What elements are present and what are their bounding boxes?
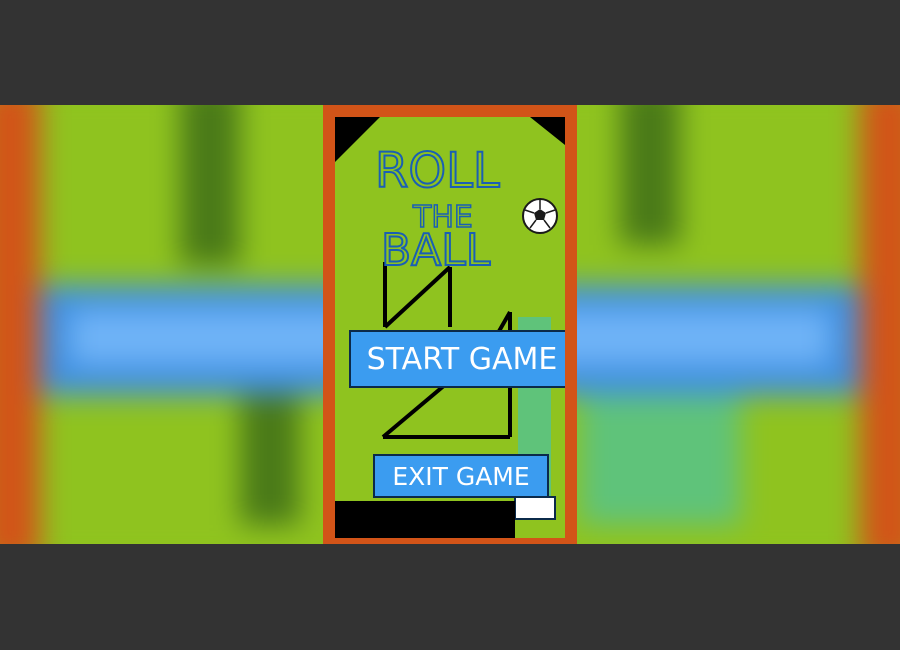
letterbox-bottom — [0, 544, 900, 650]
soccer-ball-icon — [522, 198, 558, 234]
title-line-3: BALL — [381, 225, 491, 275]
start-game-label: START GAME — [366, 341, 558, 377]
letterbox-top — [0, 0, 900, 105]
phone-frame: ROLL THE BALL START GAME EXIT GAME — [323, 105, 577, 544]
game-title-logo: ROLL THE BALL — [375, 142, 501, 275]
title-line-1: ROLL — [375, 143, 500, 199]
exit-game-label: EXIT GAME — [392, 461, 530, 491]
game-screen: ROLL THE BALL START GAME EXIT GAME — [335, 117, 565, 538]
exit-game-button[interactable]: EXIT GAME — [373, 454, 549, 498]
start-game-button[interactable]: START GAME — [349, 330, 565, 388]
